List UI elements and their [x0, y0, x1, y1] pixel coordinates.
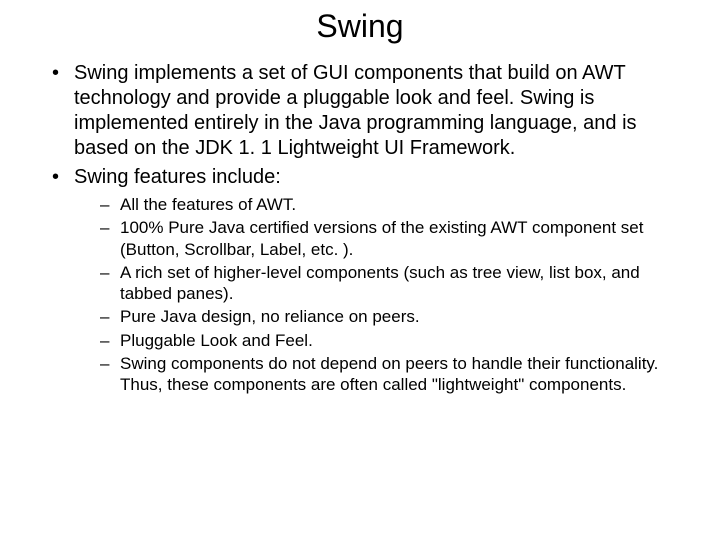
list-item: Swing implements a set of GUI components…	[52, 61, 692, 161]
list-item-text: Swing components do not depend on peers …	[120, 354, 658, 394]
page-title: Swing	[28, 8, 692, 45]
list-item: All the features of AWT.	[100, 194, 692, 215]
list-item-text: Swing implements a set of GUI components…	[74, 62, 637, 159]
list-item-text: Pure Java design, no reliance on peers.	[120, 307, 420, 326]
list-item-text: A rich set of higher-level components (s…	[120, 263, 640, 303]
list-item-text: 100% Pure Java certified versions of the…	[120, 218, 644, 258]
list-item: Swing components do not depend on peers …	[100, 353, 692, 396]
list-item: 100% Pure Java certified versions of the…	[100, 217, 692, 260]
list-item: Pure Java design, no reliance on peers.	[100, 306, 692, 327]
bullet-list: Swing implements a set of GUI components…	[28, 61, 692, 395]
list-item: Pluggable Look and Feel.	[100, 330, 692, 351]
list-item: A rich set of higher-level components (s…	[100, 262, 692, 305]
list-item: Swing features include: All the features…	[52, 165, 692, 395]
list-item-text: Pluggable Look and Feel.	[120, 331, 313, 350]
sub-bullet-list: All the features of AWT. 100% Pure Java …	[74, 194, 692, 395]
list-item-text: Swing features include:	[74, 166, 281, 188]
list-item-text: All the features of AWT.	[120, 195, 296, 214]
